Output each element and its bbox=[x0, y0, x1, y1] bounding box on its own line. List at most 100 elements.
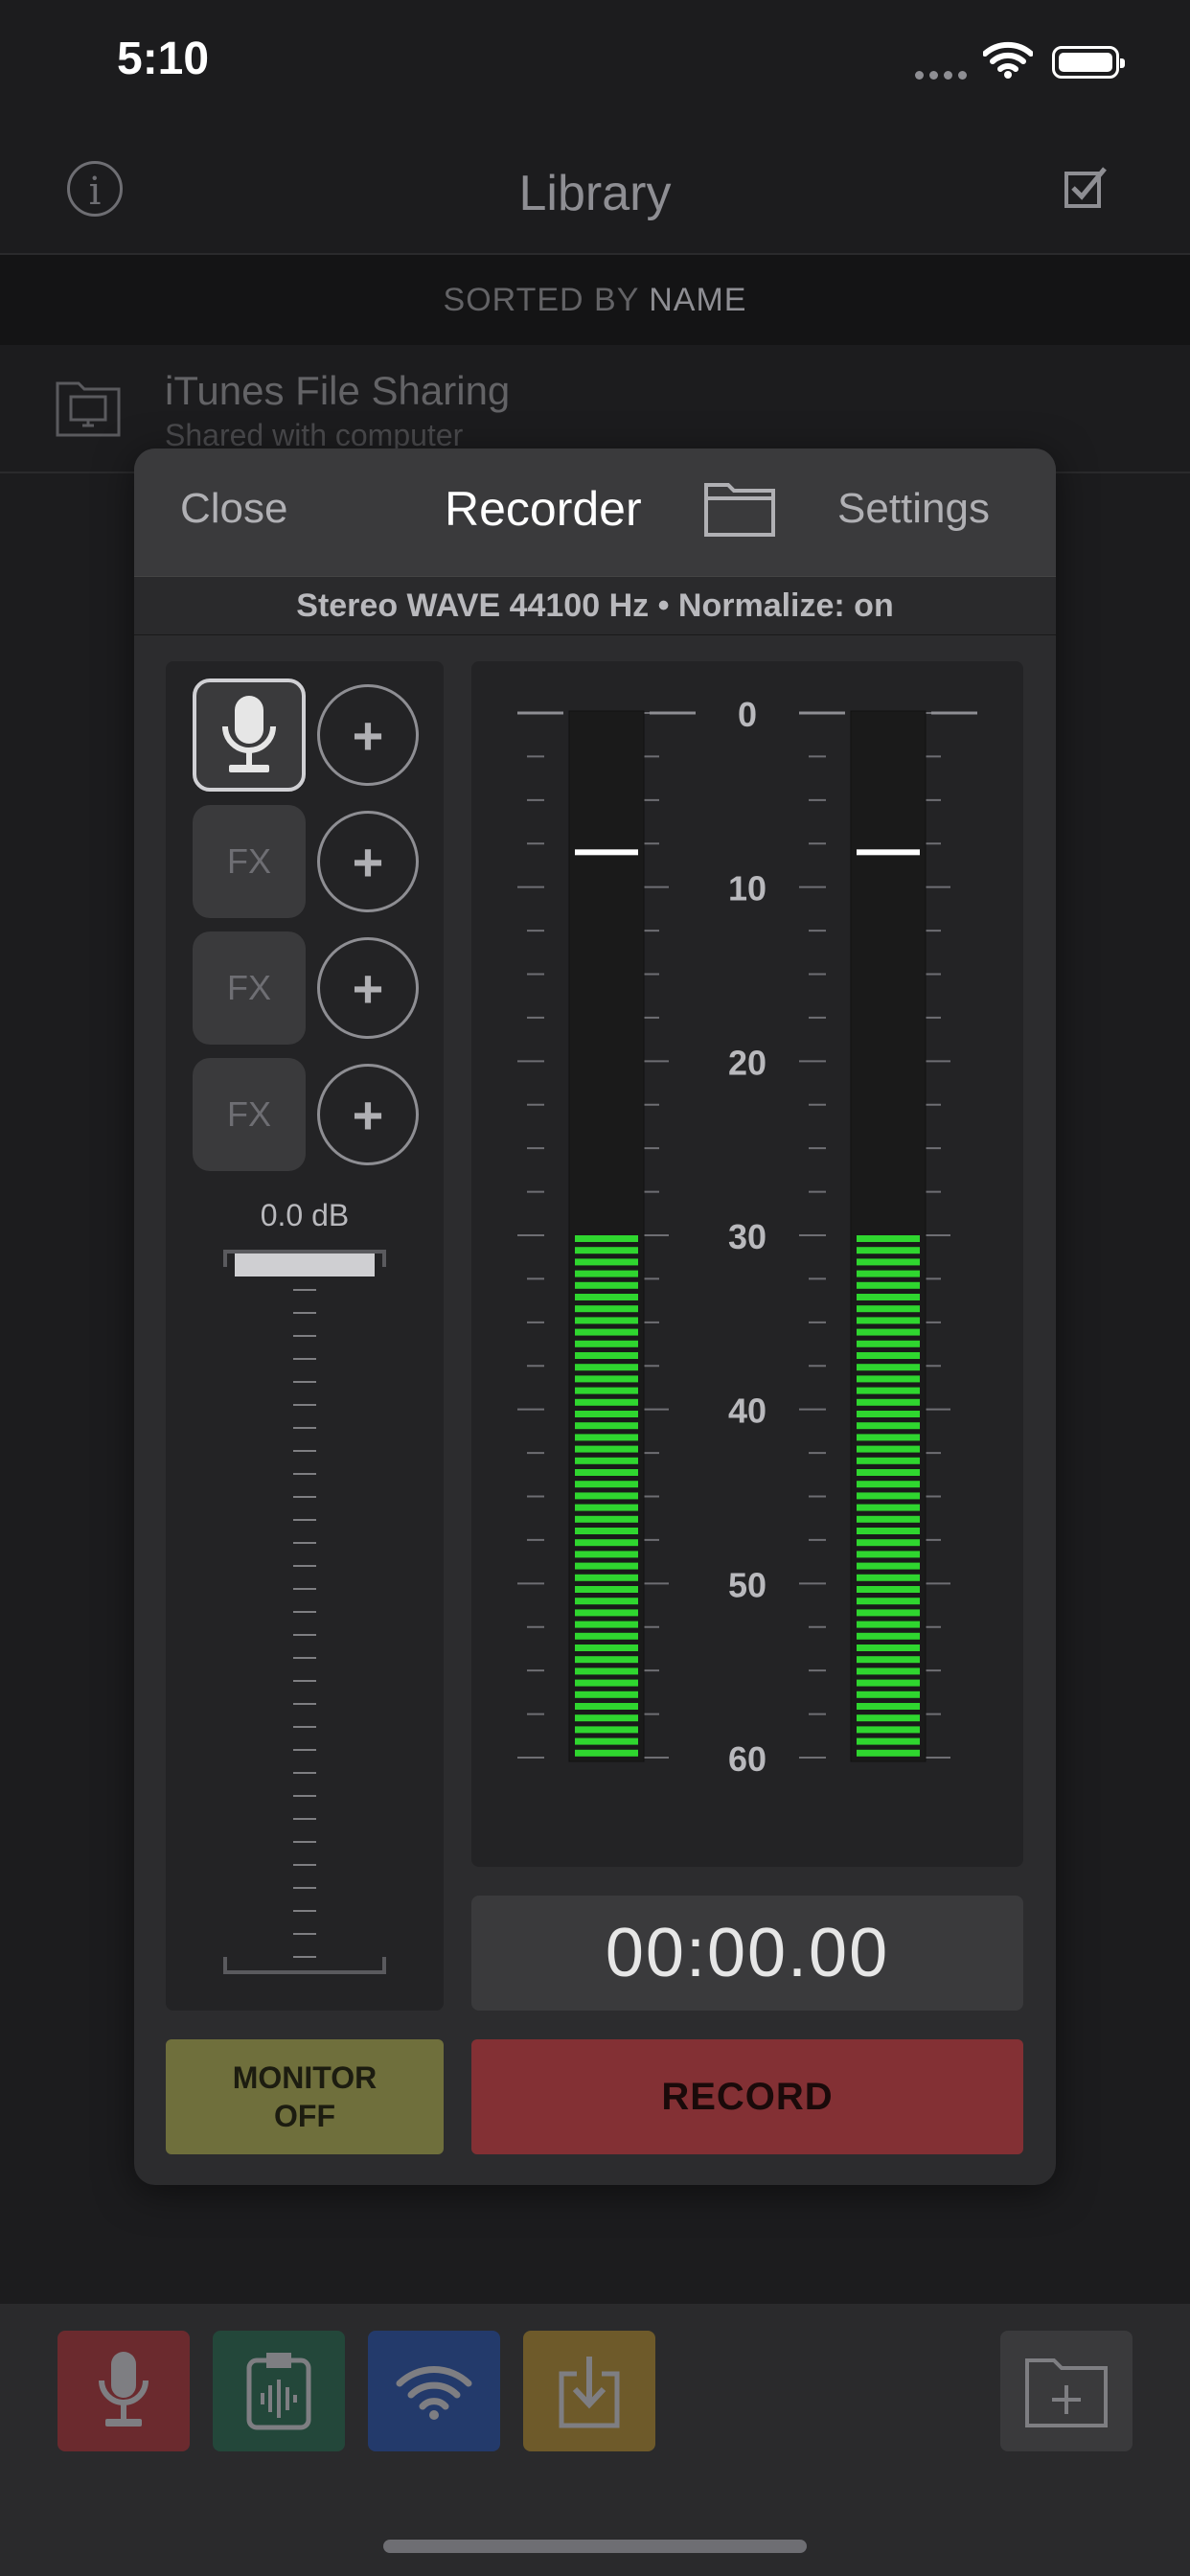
meter-scale-label: 60 bbox=[728, 1739, 767, 1779]
status-time: 5:10 bbox=[117, 34, 210, 84]
meter-scale-label: 30 bbox=[728, 1217, 767, 1256]
left-channel-segment bbox=[575, 1492, 638, 1500]
left-channel-segment bbox=[575, 1328, 638, 1336]
add-fx-button-3[interactable]: + bbox=[317, 1064, 419, 1165]
left-channel-segment bbox=[575, 1387, 638, 1394]
right-channel-segment bbox=[857, 1492, 920, 1500]
right-channel-segment bbox=[857, 1714, 920, 1722]
right-channel-segment bbox=[857, 1387, 920, 1394]
left-channel-segment bbox=[575, 1317, 638, 1324]
checkbox-icon[interactable] bbox=[1064, 165, 1108, 214]
wifi-status-icon bbox=[982, 40, 1034, 83]
right-channel-segment bbox=[857, 1352, 920, 1359]
left-channel-segment bbox=[575, 1668, 638, 1675]
level-meter-panel: 0 10 20 30 40 50 60 bbox=[471, 661, 1023, 1867]
right-channel-segment bbox=[857, 1434, 920, 1441]
right-channel-segment bbox=[857, 1551, 920, 1558]
left-channel-segment bbox=[575, 1598, 638, 1605]
left-channel-segment bbox=[575, 1281, 638, 1289]
right-channel-segment bbox=[857, 1621, 920, 1628]
monitor-toggle-button[interactable]: MONITOR OFF bbox=[166, 2039, 444, 2154]
gain-fader[interactable] bbox=[223, 1248, 386, 1976]
add-input-button[interactable]: + bbox=[317, 684, 419, 786]
meter-scale-label: 40 bbox=[728, 1392, 767, 1431]
fx-slot-2[interactable]: FX bbox=[193, 932, 306, 1045]
right-channel-segment bbox=[857, 1539, 920, 1547]
list-item-title: iTunes File Sharing bbox=[165, 368, 511, 413]
sort-bar[interactable]: SORTED BY NAME bbox=[0, 255, 1190, 345]
fx-slot-1[interactable]: FX bbox=[193, 805, 306, 918]
left-channel-peak bbox=[575, 849, 638, 856]
record-button[interactable]: RECORD bbox=[471, 2039, 1023, 2154]
new-folder-button[interactable] bbox=[1000, 2331, 1133, 2451]
left-channel-segment bbox=[575, 1258, 638, 1266]
left-channel-segment bbox=[575, 1528, 638, 1534]
right-channel-segment bbox=[857, 1340, 920, 1347]
left-channel-segment bbox=[575, 1703, 638, 1710]
left-channel-segment bbox=[575, 1621, 638, 1628]
level-meter: 0 10 20 30 40 50 60 bbox=[517, 695, 977, 1779]
left-channel-segment bbox=[575, 1504, 638, 1511]
left-channel-segment bbox=[575, 1481, 638, 1488]
right-channel-segment bbox=[857, 1598, 920, 1605]
left-channel-segment bbox=[575, 1411, 638, 1417]
left-channel-segment bbox=[575, 1749, 638, 1757]
left-channel-segment bbox=[575, 1247, 638, 1254]
right-channel-segment bbox=[857, 1328, 920, 1336]
left-channel-segment bbox=[575, 1574, 638, 1581]
microphone-icon bbox=[222, 696, 276, 772]
right-channel-segment bbox=[857, 1281, 920, 1289]
left-channel-segment bbox=[575, 1445, 638, 1453]
folder-icon[interactable] bbox=[703, 477, 776, 543]
meter-scale-label: 50 bbox=[728, 1565, 767, 1604]
sort-field: NAME bbox=[649, 282, 747, 318]
fader-knob bbox=[235, 1254, 375, 1276]
right-channel-segment bbox=[857, 1422, 920, 1430]
settings-button[interactable]: Settings bbox=[837, 485, 990, 533]
left-channel-segment bbox=[575, 1562, 638, 1570]
download-icon bbox=[559, 2357, 620, 2428]
import-tool-button[interactable] bbox=[523, 2331, 655, 2451]
right-channel-segment bbox=[857, 1504, 920, 1511]
left-channel-segment bbox=[575, 1352, 638, 1359]
right-channel-segment bbox=[857, 1656, 920, 1664]
left-channel-segment bbox=[575, 1515, 638, 1523]
recording-timer: 00:00.00 bbox=[471, 1896, 1023, 2011]
left-channel-segment bbox=[575, 1644, 638, 1651]
left-channel-segment bbox=[575, 1457, 638, 1464]
right-channel-segment bbox=[857, 1528, 920, 1534]
right-channel-segment bbox=[857, 1305, 920, 1313]
right-channel-segment bbox=[857, 1445, 920, 1453]
left-channel-segment bbox=[575, 1586, 638, 1593]
wifi-tool-button[interactable] bbox=[368, 2331, 500, 2451]
battery-icon bbox=[1052, 46, 1125, 79]
add-fx-button-1[interactable]: + bbox=[317, 811, 419, 912]
meter-scale-label: 20 bbox=[728, 1043, 767, 1082]
meter-scale-label: 10 bbox=[728, 869, 767, 908]
left-channel-segment bbox=[575, 1726, 638, 1734]
right-channel-segment bbox=[857, 1235, 920, 1242]
left-channel-segment bbox=[575, 1294, 638, 1300]
folder-plus-icon bbox=[1025, 2358, 1108, 2427]
clipboard-tool-button[interactable] bbox=[213, 2331, 345, 2451]
microphone-icon bbox=[99, 2352, 149, 2426]
input-source-button[interactable] bbox=[193, 678, 306, 792]
add-fx-button-2[interactable]: + bbox=[317, 937, 419, 1039]
page-title: Library bbox=[518, 166, 672, 221]
left-channel-segment bbox=[575, 1340, 638, 1347]
right-channel-segment bbox=[857, 1690, 920, 1698]
close-button[interactable]: Close bbox=[180, 485, 288, 533]
home-indicator bbox=[383, 2540, 807, 2553]
left-channel-segment bbox=[575, 1679, 638, 1687]
fx-slot-3[interactable]: FX bbox=[193, 1058, 306, 1171]
format-info: Stereo WAVE 44100 Hz • Normalize: on bbox=[134, 576, 1056, 635]
left-channel-segment bbox=[575, 1364, 638, 1371]
right-channel-segment bbox=[857, 1247, 920, 1254]
cellular-signal-icon bbox=[915, 71, 967, 80]
left-channel-segment bbox=[575, 1235, 638, 1242]
right-channel-segment bbox=[857, 1515, 920, 1523]
record-tool-button[interactable] bbox=[57, 2331, 190, 2451]
right-channel-segment bbox=[857, 1469, 920, 1476]
right-channel-segment bbox=[857, 1668, 920, 1675]
right-channel-segment bbox=[857, 1644, 920, 1651]
